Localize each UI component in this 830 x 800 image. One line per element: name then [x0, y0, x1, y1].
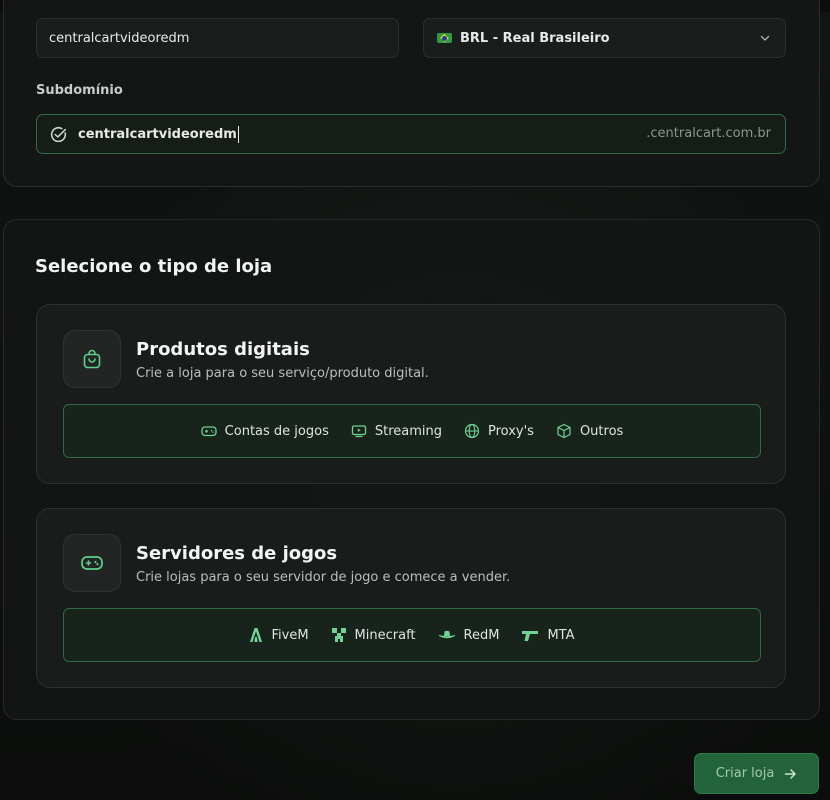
subdomain-value: centralcartvideoredm	[78, 126, 237, 142]
option-title: Produtos digitais	[136, 339, 310, 360]
store-type-option-game-servers[interactable]: Servidores de jogos Crie lojas para o se…	[36, 508, 786, 688]
tag-outros: Outros	[556, 423, 623, 439]
tag-label: FiveM	[271, 627, 309, 643]
tag-label: Outros	[579, 423, 624, 439]
option-tags: Contas de jogos Streaming Proxy's Outros	[63, 404, 761, 458]
pistol-icon	[522, 631, 539, 641]
tag-label: Streaming	[374, 423, 442, 439]
tag-label: RedM	[463, 627, 500, 643]
tag-proxys: Proxy's	[464, 423, 534, 439]
store-name-input[interactable]: centralcartvideoredm	[36, 18, 399, 58]
gamepad-icon	[201, 426, 217, 437]
option-icon-box	[63, 534, 121, 592]
tag-label: MTA	[547, 627, 575, 643]
tag-contas-de-jogos: Contas de jogos	[201, 424, 329, 439]
store-name-value: centralcartvideoredm	[49, 30, 190, 46]
tag-fivem: FiveM	[249, 627, 309, 643]
fivem-icon	[250, 628, 263, 642]
chevron-down-icon	[760, 35, 770, 41]
store-type-title: Selecione o tipo de loja	[35, 256, 273, 277]
gamepad-icon	[81, 556, 103, 570]
option-title: Servidores de jogos	[136, 543, 338, 564]
store-type-option-digital[interactable]: Produtos digitais Crie a loja para o seu…	[36, 304, 786, 484]
tag-streaming: Streaming	[351, 424, 442, 439]
tag-minecraft: Minecraft	[331, 627, 416, 643]
tv-icon	[351, 425, 366, 438]
subdomain-input[interactable]: centralcartvideoredm .centralcart.com.br	[36, 114, 786, 154]
tag-label: Contas de jogos	[224, 423, 329, 439]
brazil-flag-icon	[437, 33, 452, 43]
tag-redm: RedM	[438, 627, 500, 643]
create-store-button[interactable]: Criar loja	[694, 753, 819, 794]
box-icon	[557, 423, 571, 439]
option-icon-box	[63, 330, 121, 388]
shopping-bag-icon	[83, 349, 101, 369]
check-circle-icon	[50, 126, 67, 142]
arrow-right-icon	[785, 768, 797, 779]
text-caret	[237, 125, 239, 143]
tag-mta: MTA	[521, 627, 575, 643]
option-description: Crie lojas para o seu servidor de jogo e…	[136, 570, 511, 585]
minecraft-icon	[331, 628, 346, 642]
option-tags: FiveM Minecraft RedM MTA	[63, 608, 761, 662]
option-description: Crie a loja para o seu serviço/produto d…	[136, 366, 429, 381]
subdomain-label: Subdomínio	[36, 83, 123, 98]
cowboy-hat-icon	[438, 630, 455, 639]
create-store-label: Criar loja	[715, 766, 775, 781]
tag-label: Proxy's	[487, 423, 534, 439]
tag-label: Minecraft	[354, 627, 416, 643]
globe-icon	[464, 423, 480, 439]
currency-value: BRL - Real Brasileiro	[460, 30, 610, 46]
currency-select[interactable]: BRL - Real Brasileiro	[423, 18, 786, 58]
subdomain-suffix: .centralcart.com.br	[646, 126, 771, 141]
